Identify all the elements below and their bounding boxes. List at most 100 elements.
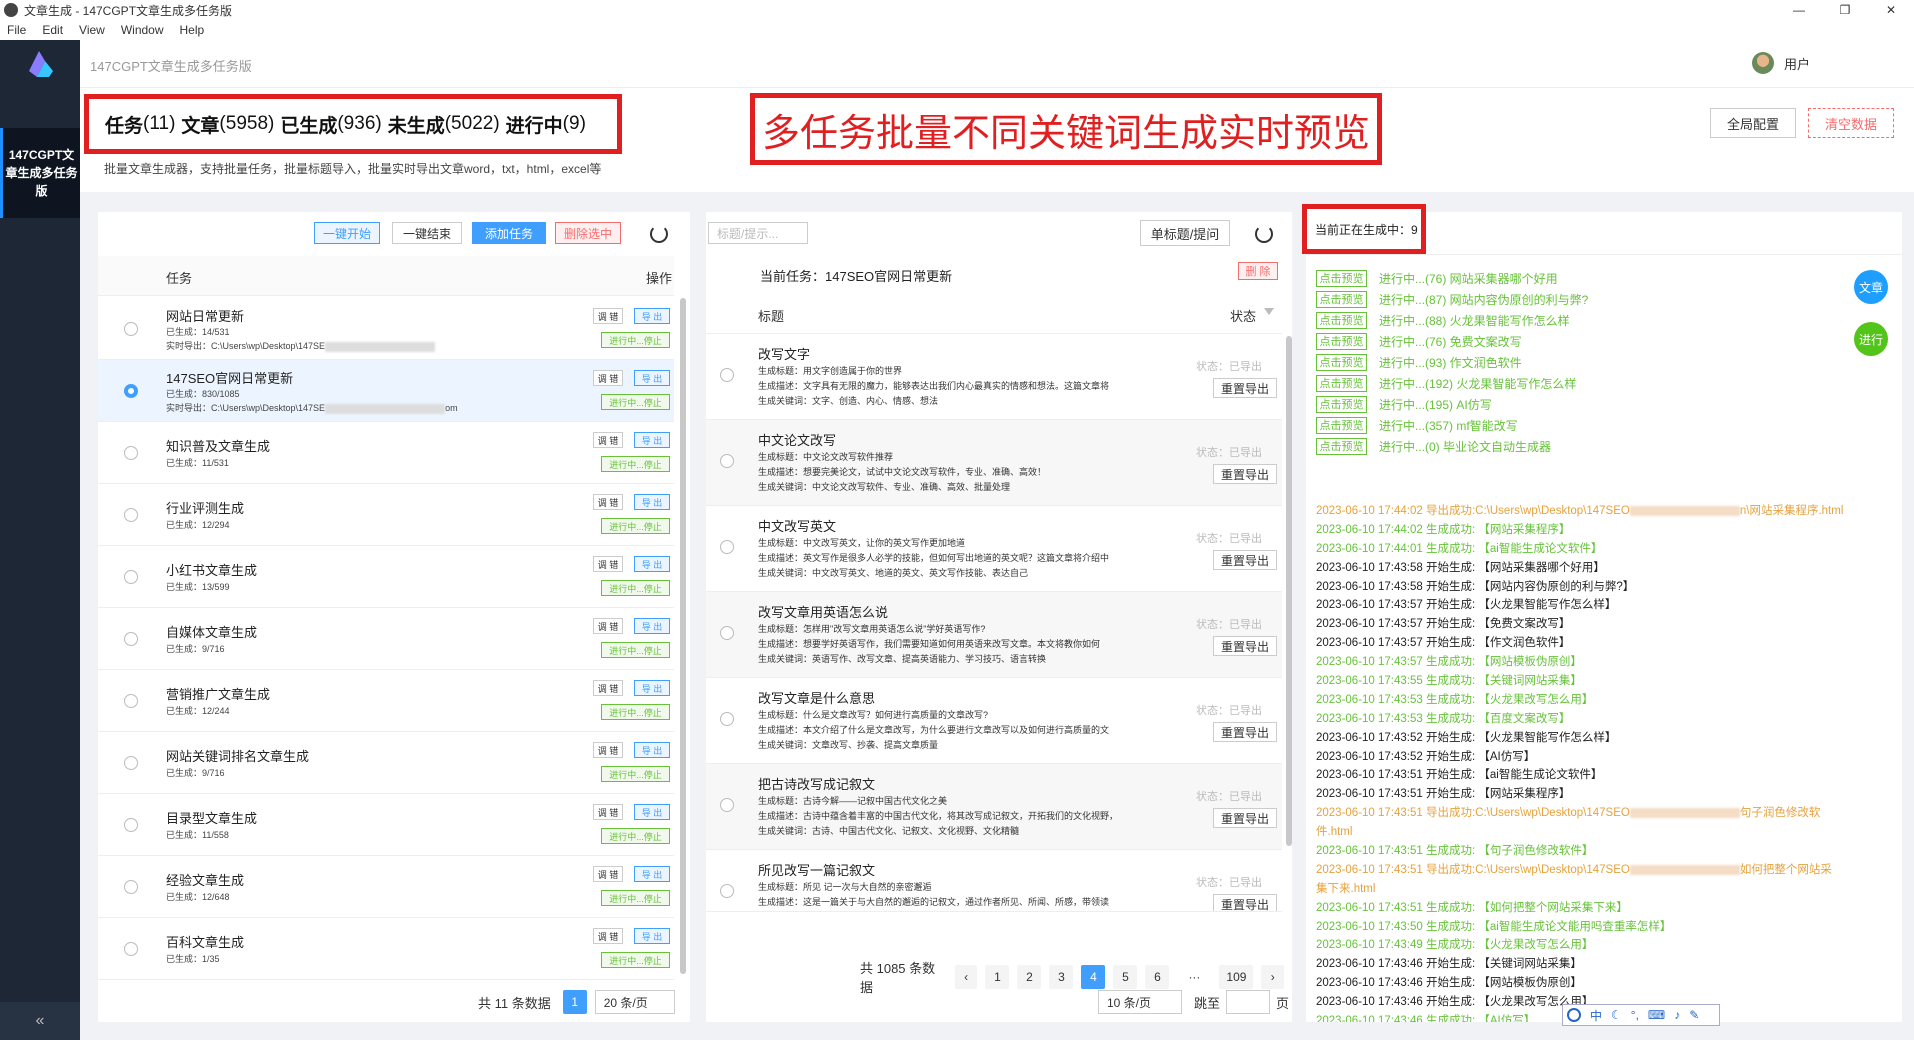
task-edit-button[interactable]: 调 错	[593, 866, 623, 882]
page-ellipsis[interactable]: ···	[1177, 965, 1211, 989]
task-radio[interactable]	[124, 694, 138, 708]
refresh-icon[interactable]	[1255, 225, 1273, 243]
mic-icon[interactable]: ♪	[1674, 1008, 1680, 1022]
page-4[interactable]: 4	[1081, 965, 1106, 989]
preview-button[interactable]: 点击预览	[1316, 311, 1367, 329]
task-export-button[interactable]: 导 出	[634, 370, 670, 386]
task-row[interactable]: 小红书文章生成 已生成：13/599 调 错 导 出 进行中...停止	[98, 546, 674, 608]
global-config-button[interactable]: 全局配置	[1710, 108, 1796, 138]
page-6[interactable]: 6	[1145, 965, 1170, 989]
article-row[interactable]: 所见改写一篇记叙文 生成标题：所见 记一次与大自然的亲密邂逅 生成描述：这是一篇…	[706, 850, 1282, 912]
task-export-button[interactable]: 导 出	[634, 680, 670, 696]
task-row[interactable]: 目录型文章生成 已生成：11/558 调 错 导 出 进行中...停止	[98, 794, 674, 856]
menu-file[interactable]: File	[0, 23, 35, 37]
task-export-button[interactable]: 导 出	[634, 494, 670, 510]
page-3[interactable]: 3	[1049, 965, 1074, 989]
task-stop-button[interactable]: 进行中...停止	[601, 704, 670, 720]
task-row[interactable]: 147SEO官网日常更新 已生成：830/1085 实时导出：C:\Users\…	[98, 360, 674, 422]
sidebar-item-multitask[interactable]: 147CGPT文章生成多任务版	[0, 128, 80, 218]
article-row[interactable]: 改写文章是什么意思 生成标题：什么是文章改写？如何进行高质量的文章改写? 生成描…	[706, 678, 1282, 764]
preview-button[interactable]: 点击预览	[1316, 395, 1367, 413]
task-row[interactable]: 网站关键词排名文章生成 已生成：9/716 调 错 导 出 进行中...停止	[98, 732, 674, 794]
task-edit-button[interactable]: 调 错	[593, 556, 623, 572]
refresh-icon[interactable]	[650, 225, 668, 243]
filter-icon[interactable]	[1264, 308, 1274, 315]
prev-page-icon[interactable]: ‹	[954, 965, 978, 989]
article-row[interactable]: 中文改写英文 生成标题：中文改写英文，让你的英文写作更加地道 生成描述：英文写作…	[706, 506, 1282, 592]
preview-button[interactable]: 点击预览	[1316, 416, 1367, 434]
article-radio[interactable]	[720, 368, 734, 382]
task-page-1[interactable]: 1	[562, 990, 587, 1014]
task-edit-button[interactable]: 调 错	[593, 308, 623, 324]
task-radio[interactable]	[124, 570, 138, 584]
article-page-size-select[interactable]: 10 条/页	[1098, 990, 1182, 1014]
task-radio[interactable]	[124, 632, 138, 646]
task-edit-button[interactable]: 调 错	[593, 494, 623, 510]
task-edit-button[interactable]: 调 错	[593, 432, 623, 448]
add-task-button[interactable]: 添加任务	[472, 222, 546, 244]
punctuation-icon[interactable]: °,	[1631, 1008, 1639, 1022]
page-5[interactable]: 5	[1113, 965, 1138, 989]
task-edit-button[interactable]: 调 错	[593, 928, 623, 944]
task-export-button[interactable]: 导 出	[634, 804, 670, 820]
task-row[interactable]: 百科文章生成 已生成：1/35 调 错 导 出 进行中...停止	[98, 918, 674, 980]
article-scrollbar[interactable]	[1286, 336, 1292, 846]
menu-help[interactable]: Help	[173, 23, 214, 37]
task-radio[interactable]	[124, 322, 138, 336]
task-radio[interactable]	[124, 508, 138, 522]
preview-button[interactable]: 点击预览	[1316, 332, 1367, 350]
task-stop-button[interactable]: 进行中...停止	[601, 580, 670, 596]
task-stop-button[interactable]: 进行中...停止	[601, 890, 670, 906]
task-radio[interactable]	[124, 880, 138, 894]
task-export-button[interactable]: 导 出	[634, 742, 670, 758]
next-page-icon[interactable]: ›	[1261, 965, 1284, 989]
wrench-icon[interactable]: ✎	[1689, 1008, 1699, 1022]
article-radio[interactable]	[720, 712, 734, 726]
preview-button[interactable]: 点击预览	[1316, 290, 1367, 308]
menu-edit[interactable]: Edit	[35, 23, 72, 37]
task-edit-button[interactable]: 调 错	[593, 742, 623, 758]
running-float-button[interactable]: 进行	[1854, 322, 1888, 356]
article-row[interactable]: 改写文字 生成标题：用文字创造属于你的世界 生成描述：文字具有无限的魔力，能够表…	[706, 334, 1282, 420]
menu-view[interactable]: View	[72, 23, 114, 37]
ime-toolbar[interactable]: 中 ☾ °, ⌨ ♪ ✎	[1562, 1004, 1720, 1026]
task-stop-button[interactable]: 进行中...停止	[601, 518, 670, 534]
article-radio[interactable]	[720, 454, 734, 468]
article-row[interactable]: 中文论文改写 生成标题：中文论文改写软件推荐 生成描述：想要完美论文，试试中文论…	[706, 420, 1282, 506]
reexport-button[interactable]: 重置导出	[1213, 894, 1277, 911]
task-stop-button[interactable]: 进行中...停止	[601, 766, 670, 782]
keyboard-icon[interactable]: ⌨	[1648, 1008, 1665, 1022]
preview-button[interactable]: 点击预览	[1316, 374, 1367, 392]
task-export-button[interactable]: 导 出	[634, 928, 670, 944]
task-export-button[interactable]: 导 出	[634, 308, 670, 324]
article-radio[interactable]	[720, 798, 734, 812]
task-row[interactable]: 网站日常更新 已生成：14/531 实时导出：C:\Users\wp\Deskt…	[98, 298, 674, 360]
task-stop-button[interactable]: 进行中...停止	[601, 952, 670, 968]
preview-button[interactable]: 点击预览	[1316, 353, 1367, 371]
task-radio[interactable]	[124, 446, 138, 460]
task-export-button[interactable]: 导 出	[634, 432, 670, 448]
jump-page-input[interactable]	[1226, 990, 1271, 1014]
task-stop-button[interactable]: 进行中...停止	[601, 642, 670, 658]
minimize-button[interactable]: —	[1776, 0, 1822, 20]
menu-window[interactable]: Window	[114, 23, 173, 37]
task-stop-button[interactable]: 进行中...停止	[601, 828, 670, 844]
task-radio[interactable]	[124, 384, 138, 398]
task-row[interactable]: 知识普及文章生成 已生成：11/531 调 错 导 出 进行中...停止	[98, 422, 674, 484]
start-all-button[interactable]: 一键开始	[314, 222, 380, 244]
task-edit-button[interactable]: 调 错	[593, 618, 623, 634]
clear-data-button[interactable]: 清空数据	[1808, 108, 1894, 138]
task-row[interactable]: 营销推广文章生成 已生成：12/244 调 错 导 出 进行中...停止	[98, 670, 674, 732]
task-stop-button[interactable]: 进行中...停止	[601, 332, 670, 348]
article-row[interactable]: 改写文章用英语怎么说 生成标题：怎样用"改写文章用英语怎么说"学好英语写作? 生…	[706, 592, 1282, 678]
reexport-button[interactable]: 重置导出	[1213, 550, 1277, 570]
article-radio[interactable]	[720, 884, 734, 898]
maximize-button[interactable]: ❐	[1822, 0, 1868, 20]
task-row[interactable]: 行业评测生成 已生成：12/294 调 错 导 出 进行中...停止	[98, 484, 674, 546]
task-export-button[interactable]: 导 出	[634, 618, 670, 634]
article-radio[interactable]	[720, 626, 734, 640]
close-button[interactable]: ✕	[1868, 0, 1914, 20]
article-radio[interactable]	[720, 540, 734, 554]
task-stop-button[interactable]: 进行中...停止	[601, 394, 670, 410]
search-input[interactable]: 标题/提示...	[708, 222, 808, 244]
